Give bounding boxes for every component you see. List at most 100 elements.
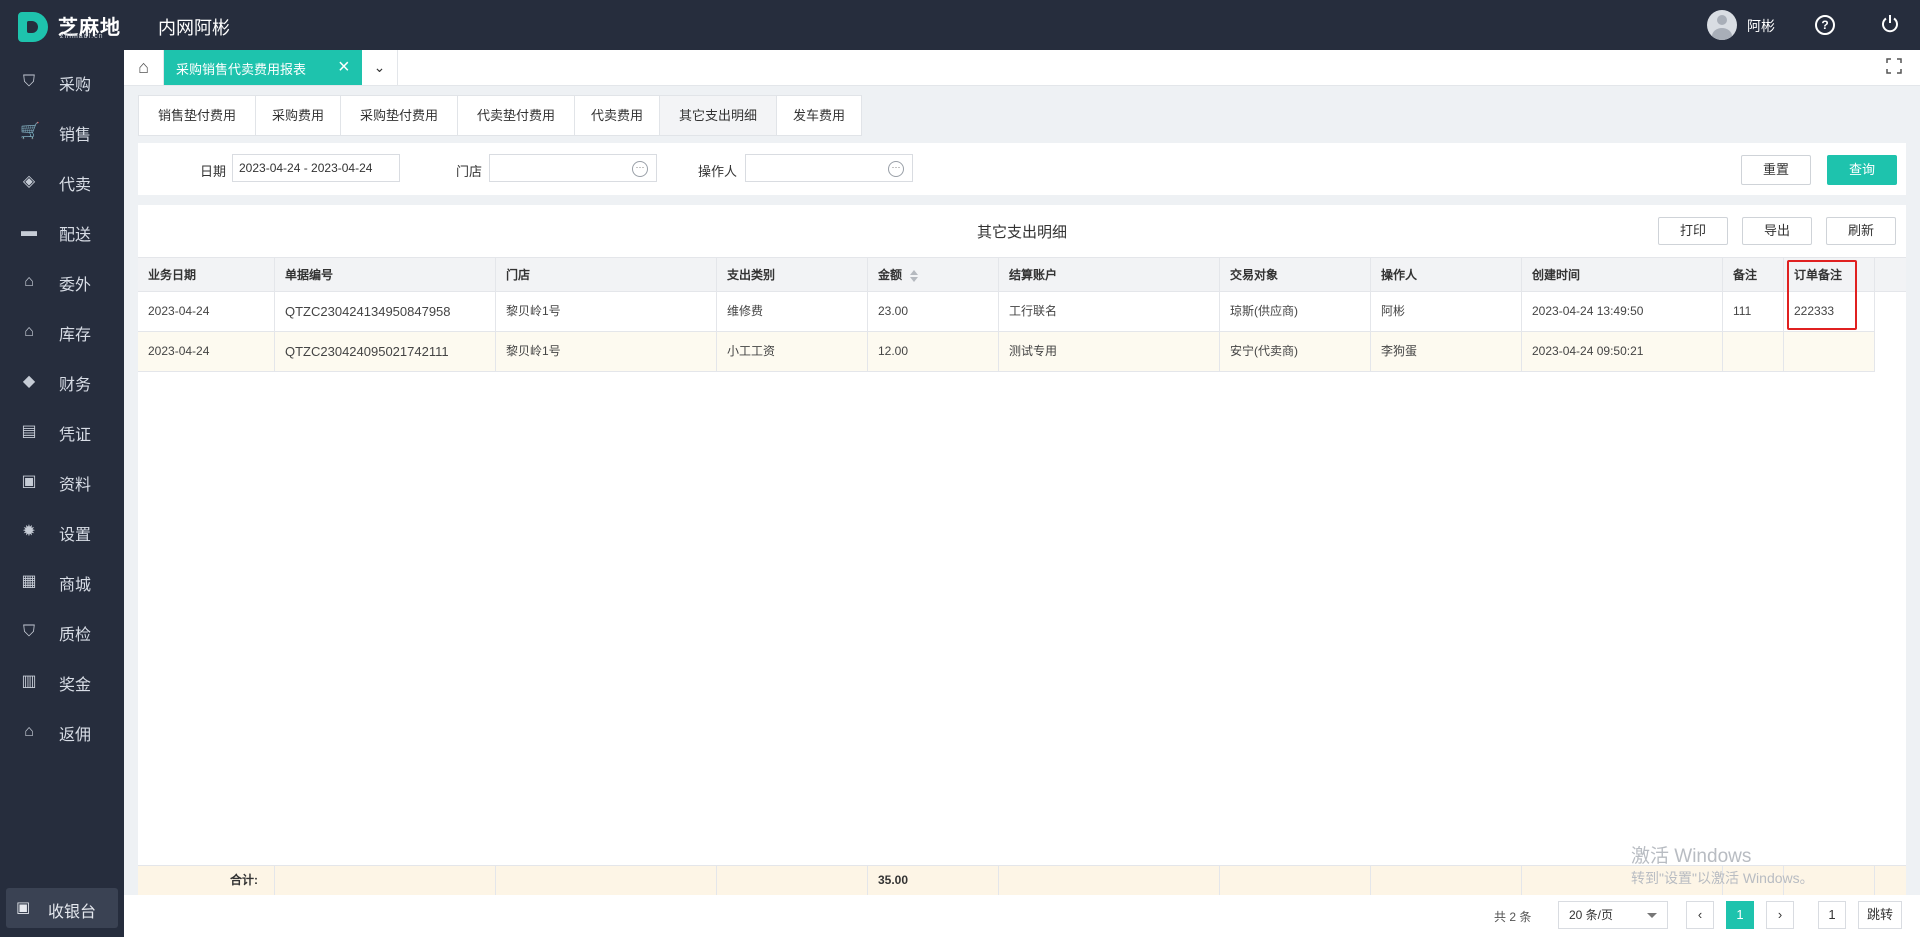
report-tab[interactable]: 发车费用 — [776, 95, 862, 136]
app-title: 内网阿彬 — [158, 18, 230, 38]
column-header[interactable]: 备注 — [1723, 258, 1784, 291]
operator-input[interactable]: ··· — [745, 154, 913, 182]
bonus-icon: ▥ — [21, 673, 37, 690]
sidebar-item-label: 销售 — [59, 127, 92, 144]
sidebar-item[interactable]: ▥ 奖金 — [0, 657, 124, 707]
sidebar-item[interactable]: ⛉ 采购 — [0, 57, 124, 107]
more-icon[interactable]: ··· — [888, 161, 904, 177]
column-header-label: 交易对象 — [1230, 268, 1279, 282]
fullscreen-icon[interactable] — [1886, 58, 1904, 76]
power-icon[interactable] — [1880, 14, 1900, 34]
close-icon[interactable]: × — [338, 55, 350, 79]
column-header-label: 业务日期 — [148, 268, 197, 282]
help-icon[interactable]: ? — [1815, 15, 1835, 35]
sidebar-item[interactable]: ◆ 财务 — [0, 357, 124, 407]
export-button[interactable]: 导出 — [1742, 217, 1812, 245]
user-avatar[interactable] — [1707, 10, 1737, 40]
sidebar-item-label: 代卖 — [59, 177, 92, 194]
sidebar-item[interactable]: 🛒 销售 — [0, 107, 124, 157]
column-header[interactable]: 创建时间 — [1522, 258, 1723, 291]
store-label: 门店 — [456, 164, 483, 179]
next-page-button[interactable]: › — [1766, 901, 1794, 929]
sidebar-item[interactable]: ▦ 商城 — [0, 557, 124, 607]
store-input[interactable]: ··· — [489, 154, 657, 182]
sidebar-item[interactable]: ⌂ 库存 — [0, 307, 124, 357]
report-tab[interactable]: 销售垫付费用 — [138, 95, 256, 136]
logo-subtext: zhimadi.cn — [60, 33, 104, 40]
table-cell — [1784, 332, 1875, 371]
home-icon[interactable]: ⌂ — [124, 50, 164, 85]
sidebar-item-label: 采购 — [59, 77, 92, 94]
summary-cell — [999, 866, 1220, 895]
print-button[interactable]: 打印 — [1658, 217, 1728, 245]
chevron-down-icon[interactable]: ⌄ — [362, 50, 398, 85]
reset-button[interactable]: 重置 — [1741, 155, 1811, 185]
table-cell: QTZC230424095021742111 — [275, 332, 496, 371]
refresh-button[interactable]: 刷新 — [1826, 217, 1896, 245]
more-icon[interactable]: ··· — [632, 161, 648, 177]
table-cell: 李狗蛋 — [1371, 332, 1522, 371]
sidebar-item[interactable]: ⛉ 质检 — [0, 607, 124, 657]
table-row[interactable]: 2023-04-24 QTZC230424134950847958 黎贝岭1号 维修费… — [138, 292, 1875, 332]
column-header[interactable]: 金额 — [868, 258, 999, 291]
report-tab[interactable]: 其它支出明细 — [659, 95, 777, 136]
table-cell: 黎贝岭1号 — [496, 332, 717, 371]
table-row[interactable]: 2023-04-24 QTZC230424095021742111 黎贝岭1号 小工工… — [138, 332, 1875, 372]
date-label: 日期 — [200, 164, 227, 179]
table-cell: 阿彬 — [1371, 292, 1522, 331]
report-tab[interactable]: 代卖费用 — [574, 95, 660, 136]
column-header[interactable]: 支出类别 — [717, 258, 868, 291]
tag-icon: ◈ — [22, 173, 36, 190]
brand-logo[interactable]: 芝麻地 zhimadi.cn — [18, 8, 128, 42]
total-count: 共 2 条 — [1494, 910, 1532, 924]
table-cell: 工行联名 — [999, 292, 1220, 331]
column-header[interactable]: 交易对象 — [1220, 258, 1371, 291]
sort-icon[interactable] — [910, 269, 919, 282]
cashier-label: 收银台 — [48, 904, 97, 921]
sidebar-item[interactable]: ▬ 配送 — [0, 207, 124, 257]
tab-label: 采购销售代卖费用报表 — [176, 62, 307, 77]
report-tab[interactable]: 采购垫付费用 — [340, 95, 458, 136]
column-header[interactable]: 单据编号 — [275, 258, 496, 291]
date-range-input[interactable]: 2023-04-24 - 2023-04-24 — [232, 154, 400, 182]
column-header-label: 创建时间 — [1532, 268, 1581, 282]
tab-expense-report[interactable]: 采购销售代卖费用报表 × — [164, 50, 362, 85]
jump-button[interactable]: 跳转 — [1858, 901, 1902, 929]
shield-yen-icon: ◆ — [22, 373, 36, 390]
column-header[interactable]: 业务日期 — [138, 258, 275, 291]
sidebar-item[interactable]: ▣ 资料 — [0, 457, 124, 507]
cashier-icon: ▣ — [16, 899, 31, 916]
sidebar-item[interactable]: ⌂ 返佣 — [0, 707, 124, 757]
cashier-button[interactable]: ▣ 收银台 — [6, 888, 118, 928]
summary-cell — [1220, 866, 1371, 895]
sidebar-item[interactable]: ✹ 设置 — [0, 507, 124, 557]
panel-title: 其它支出明细 — [976, 224, 1067, 241]
table-cell: 黎贝岭1号 — [496, 292, 717, 331]
sidebar-item[interactable]: ⌂ 委外 — [0, 257, 124, 307]
sidebar-item[interactable]: ◈ 代卖 — [0, 157, 124, 207]
pagination: 共 2 条 20 条/页 ‹ 1 › 1 跳转 — [124, 895, 1920, 937]
user-name[interactable]: 阿彬 — [1747, 16, 1775, 36]
jump-page-input[interactable]: 1 — [1818, 901, 1846, 929]
table-cell: 2023-04-24 09:50:21 — [1522, 332, 1723, 371]
page-size-select[interactable]: 20 条/页 — [1558, 901, 1668, 929]
caret-down-icon — [1647, 913, 1657, 918]
activation-watermark-text: 转到"设置"以激活 Windows。 — [1631, 870, 1814, 886]
column-header[interactable]: 门店 — [496, 258, 717, 291]
column-header-label: 支出类别 — [727, 268, 776, 282]
page-button-current[interactable]: 1 — [1726, 901, 1754, 929]
report-tab[interactable]: 代卖垫付费用 — [457, 95, 575, 136]
column-header[interactable]: 结算账户 — [999, 258, 1220, 291]
sidebar-item[interactable]: ▤ 凭证 — [0, 407, 124, 457]
table-header: 业务日期 单据编号 门店 支出类别 金额 结算账户 交易对象 操作人 创建时间 备注 订单备注 — [138, 257, 1906, 292]
sidebar-item-label: 商城 — [59, 577, 92, 594]
prev-page-button[interactable]: ‹ — [1686, 901, 1714, 929]
summary-amount: 35.00 — [868, 866, 999, 895]
report-tab[interactable]: 采购费用 — [255, 95, 341, 136]
table-cell: 维修费 — [717, 292, 868, 331]
column-header[interactable]: 操作人 — [1371, 258, 1522, 291]
summary-label: 合计: — [138, 866, 275, 895]
table-cell: 测试专用 — [999, 332, 1220, 371]
query-button[interactable]: 查询 — [1827, 155, 1897, 185]
table-cell: 111 — [1723, 292, 1784, 331]
